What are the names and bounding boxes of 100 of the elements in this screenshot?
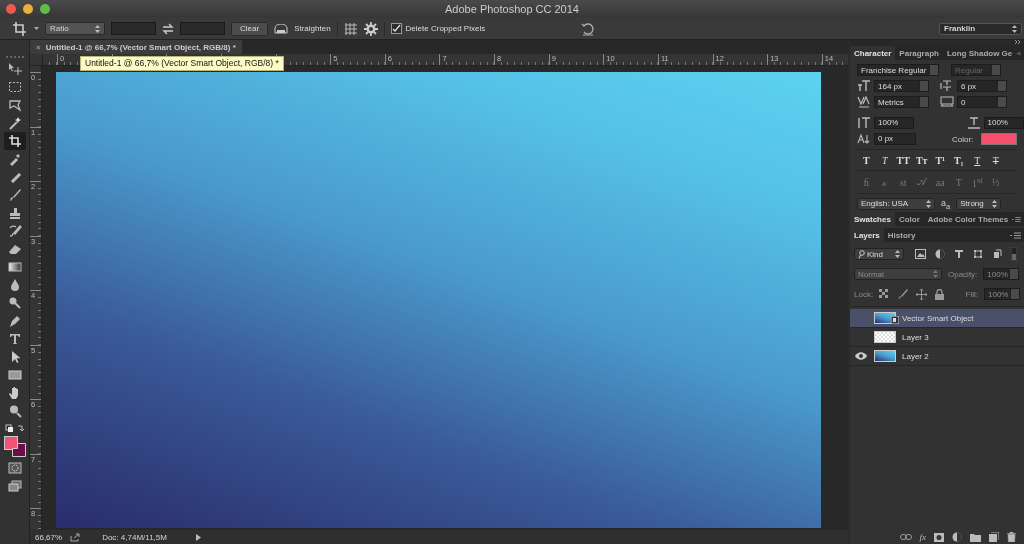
- layer-name: Layer 3: [902, 332, 929, 342]
- baseline-shift-field[interactable]: 0 px: [874, 133, 916, 145]
- panel-tab[interactable]: Color: [894, 212, 924, 226]
- lasso-icon: [7, 98, 22, 112]
- fill-label: Fill:: [965, 289, 978, 299]
- play-icon[interactable]: [196, 533, 202, 541]
- gradient-icon: [7, 260, 22, 274]
- layer-row[interactable]: Vector Smart Object: [850, 309, 1024, 328]
- folder-icon[interactable]: [970, 532, 981, 542]
- horizontal-scale-field[interactable]: 100%: [983, 117, 1024, 129]
- text-color-swatch[interactable]: [981, 133, 1017, 145]
- grid-icon[interactable]: [343, 21, 358, 36]
- layer-style-button[interactable]: fx: [919, 532, 926, 542]
- layer-row[interactable]: Layer 2: [850, 347, 1024, 366]
- tracking-icon: [940, 96, 954, 108]
- mask-icon[interactable]: [934, 532, 944, 542]
- type-style-button[interactable]: T: [857, 154, 876, 166]
- opacity-label: Opacity:: [948, 269, 978, 279]
- delete-cropped-checkbox[interactable]: [390, 23, 402, 34]
- smart-object-icon: [891, 316, 899, 324]
- shape-filter-icon[interactable]: [973, 249, 983, 259]
- adjustment-icon[interactable]: [952, 532, 962, 542]
- anti-alias-icon: a$_{a}$: [941, 197, 951, 211]
- leading-field[interactable]: 6 px: [957, 80, 1007, 92]
- spinner-icon: [926, 200, 931, 208]
- height-field[interactable]: [180, 22, 225, 35]
- new-layer-icon[interactable]: [989, 532, 999, 542]
- eye-icon[interactable]: [855, 352, 867, 360]
- magic-wand-icon: [7, 116, 22, 130]
- reset-icon[interactable]: [581, 21, 596, 36]
- zoom-window-button[interactable]: [40, 4, 50, 14]
- share-icon[interactable]: [70, 532, 81, 542]
- kerning-icon: [857, 96, 871, 108]
- minimize-window-button[interactable]: [23, 4, 33, 14]
- panel-tab[interactable]: Layers: [850, 228, 884, 242]
- horizontal-scale-icon: [966, 117, 981, 129]
- close-window-button[interactable]: [6, 4, 16, 14]
- quick-mask-icon[interactable]: [7, 462, 22, 474]
- adjustment-filter-icon[interactable]: [935, 249, 945, 259]
- image-filter-icon[interactable]: [915, 249, 926, 259]
- layer-name: Layer 2: [902, 351, 929, 361]
- foreground-color-swatch[interactable]: [3, 436, 18, 450]
- type-style-button[interactable]: T¹: [931, 154, 950, 166]
- anti-alias-select[interactable]: Strong: [956, 198, 1002, 210]
- swap-icon[interactable]: [162, 22, 174, 35]
- menu-icon[interactable]: [1012, 215, 1021, 223]
- type-style-button[interactable]: T: [968, 154, 987, 166]
- menu-icon[interactable]: [1010, 231, 1021, 239]
- brush-icon: [7, 188, 22, 202]
- lock-label: Lock:: [854, 289, 874, 299]
- kerning-select[interactable]: Metrics: [874, 96, 929, 108]
- lock-pixels-icon[interactable]: [879, 289, 890, 299]
- panel-tab[interactable]: Paragraph: [895, 46, 943, 60]
- panel-tab[interactable]: Swatches: [850, 212, 895, 226]
- type-style-button[interactable]: Tᴛ: [912, 154, 931, 166]
- fill-field[interactable]: 100%: [984, 288, 1020, 300]
- layer-row[interactable]: Layer 3: [850, 328, 1024, 347]
- trash-icon[interactable]: [1007, 532, 1016, 542]
- spinner-icon: [992, 200, 998, 208]
- lock-icon[interactable]: [935, 288, 945, 300]
- smart-object-filter-icon[interactable]: [992, 249, 1002, 259]
- zoom-level[interactable]: 66,67%: [35, 532, 63, 542]
- panel-tab[interactable]: Character: [850, 46, 896, 60]
- width-field[interactable]: [111, 22, 156, 35]
- layer-filter-select[interactable]: Kind: [854, 248, 904, 260]
- settings-icon[interactable]: [363, 21, 378, 36]
- screen-mode-icon[interactable]: [7, 480, 22, 492]
- type-style-button[interactable]: T₁: [949, 154, 968, 166]
- language-select[interactable]: English: USA: [857, 198, 935, 210]
- marquee-icon: [7, 80, 22, 94]
- panel-tab[interactable]: Adobe Color Themes: [923, 212, 1013, 226]
- workspace-select[interactable]: Franklin: [939, 22, 1022, 35]
- ratio-select[interactable]: Ratio: [45, 22, 105, 35]
- collapse-icon[interactable]: [1015, 40, 1021, 44]
- document-tab[interactable]: × Untitled-1 @ 66,7% (Vector Smart Object, RGB/8) *: [30, 40, 242, 54]
- filter-toggle-icon[interactable]: [1011, 247, 1017, 261]
- crop-icon: [7, 134, 22, 148]
- brush-icon[interactable]: [897, 289, 909, 299]
- layer-thumbnail: [874, 350, 896, 362]
- default-colors-icon[interactable]: [4, 424, 25, 434]
- type-style-button[interactable]: TT: [894, 154, 913, 166]
- type-filter-icon[interactable]: [954, 249, 964, 259]
- panel-tab[interactable]: Long Shadow Ge: [942, 46, 1017, 60]
- type-style-button[interactable]: T: [875, 154, 894, 166]
- caret-icon[interactable]: [34, 27, 39, 30]
- tracking-field[interactable]: 0: [957, 96, 1007, 108]
- panel-tab[interactable]: History: [883, 228, 920, 242]
- font-family-select[interactable]: Franchise Regular: [857, 64, 939, 76]
- crop-icon[interactable]: [12, 21, 28, 36]
- history-brush-icon: [7, 224, 22, 238]
- clear-button[interactable]: Clear: [231, 21, 269, 36]
- straighten-label[interactable]: Straighten: [294, 24, 331, 33]
- layer-name: Vector Smart Object: [902, 313, 974, 323]
- link-icon[interactable]: [899, 534, 912, 540]
- crop-tool[interactable]: [3, 132, 26, 150]
- font-size-field[interactable]: 164 px: [874, 80, 929, 92]
- vertical-scale-field[interactable]: 100%: [874, 117, 915, 129]
- move-icon: [7, 62, 22, 76]
- type-style-button[interactable]: T: [986, 154, 1005, 166]
- move-arrows-icon[interactable]: [916, 288, 928, 300]
